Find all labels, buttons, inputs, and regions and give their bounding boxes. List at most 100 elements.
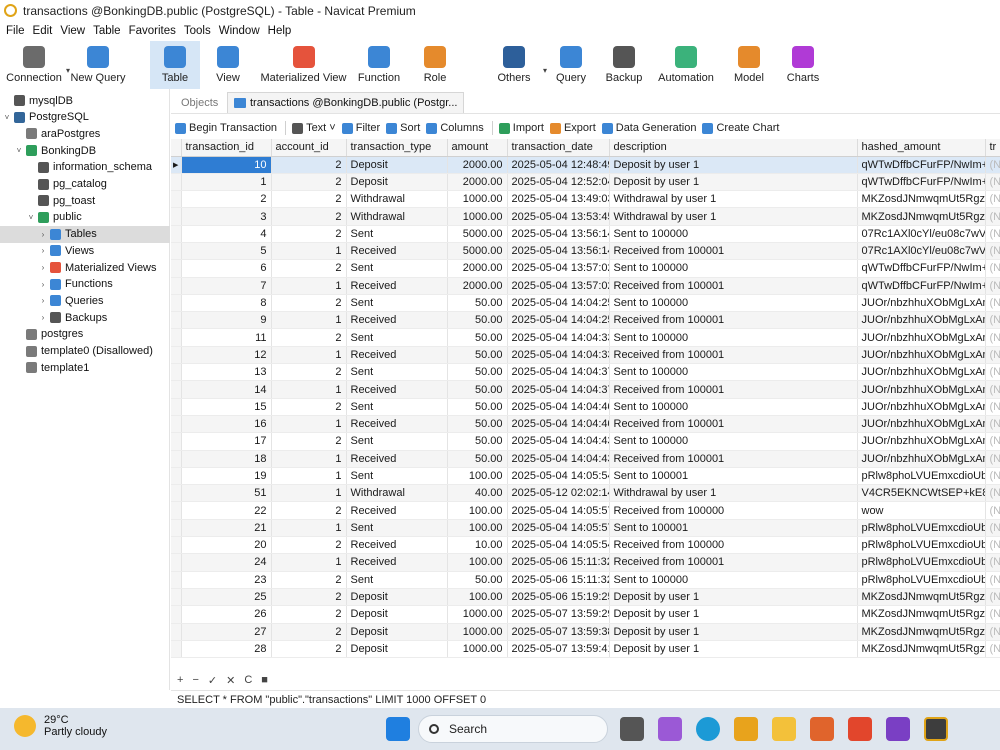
- toolbar-automation-button[interactable]: Automation: [651, 41, 721, 89]
- cell-account-id[interactable]: 1: [271, 311, 347, 330]
- expand-arrow-icon[interactable]: ›: [38, 296, 48, 305]
- cell-transaction-type[interactable]: Received: [346, 553, 448, 572]
- menu-favorites[interactable]: Favorites: [125, 25, 180, 37]
- cell-hashed-amount[interactable]: qWTwDffbCFurFP/NwIm+/: [857, 156, 986, 174]
- cell-amount[interactable]: 50.00: [447, 380, 508, 399]
- navicat-taskbar-icon[interactable]: [924, 717, 948, 741]
- cell-transaction-type[interactable]: Sent: [346, 328, 448, 347]
- menu-edit[interactable]: Edit: [29, 25, 57, 37]
- cell-transaction-date[interactable]: 2025-05-04 14:05:54: [507, 536, 610, 555]
- cell-transaction-date[interactable]: 2025-05-04 14:04:33: [507, 346, 610, 365]
- cell-description[interactable]: Received from 100001: [609, 277, 858, 295]
- cell-tr[interactable]: (N: [985, 277, 1000, 295]
- cell-account-id[interactable]: 2: [271, 571, 347, 589]
- tree-item-pg-catalog[interactable]: pg_catalog: [0, 176, 170, 193]
- cell-amount[interactable]: 100.00: [447, 467, 508, 486]
- table-row[interactable]: 13 2 Sent 50.00 2025-05-04 14:04:37 Sent to 1…: [171, 363, 1000, 382]
- table-row[interactable]: 15 2 Sent 50.00 2025-05-04 14:04:40 Sent to 1…: [171, 398, 1000, 416]
- cell-transaction-id[interactable]: 5: [181, 242, 272, 261]
- cell-hashed-amount[interactable]: wow: [857, 501, 986, 520]
- create-chart-button[interactable]: Create Chart: [702, 122, 779, 134]
- expand-arrow-icon[interactable]: ›: [38, 246, 48, 255]
- menu-tools[interactable]: Tools: [180, 25, 215, 37]
- cell-tr[interactable]: (N: [985, 173, 1000, 192]
- cell-transaction-date[interactable]: 2025-05-04 12:48:49: [507, 156, 610, 174]
- tree-item-public[interactable]: ˅ public: [0, 209, 170, 226]
- cell-transaction-id[interactable]: 17: [181, 432, 272, 451]
- cell-tr[interactable]: (N: [985, 467, 1000, 486]
- cell-hashed-amount[interactable]: JUOr/nbzhhuXObMgLxAn: [857, 398, 986, 416]
- copilot-icon[interactable]: [658, 717, 682, 741]
- cell-tr[interactable]: (N: [985, 484, 1000, 503]
- cell-tr[interactable]: (N: [985, 346, 1000, 365]
- toolbar-model-button[interactable]: Model: [721, 41, 777, 89]
- cell-description[interactable]: Received from 100001: [609, 450, 858, 468]
- table-row[interactable]: 11 2 Sent 50.00 2025-05-04 14:04:33 Sent to 1…: [171, 328, 1000, 347]
- cell-tr[interactable]: (N: [985, 605, 1000, 624]
- menu-table[interactable]: Table: [89, 25, 125, 37]
- cell-amount[interactable]: 1000.00: [447, 605, 508, 624]
- table-row[interactable]: 18 1 Received 50.00 2025-05-04 14:04:43 Recei…: [171, 450, 1000, 468]
- cell-account-id[interactable]: 2: [271, 156, 347, 174]
- cell-transaction-id[interactable]: 12: [181, 346, 272, 365]
- cell-hashed-amount[interactable]: JUOr/nbzhhuXObMgLxAn: [857, 363, 986, 382]
- cell-transaction-date[interactable]: 2025-05-07 13:59:41: [507, 640, 610, 659]
- cell-transaction-id[interactable]: 23: [181, 571, 272, 589]
- edge-icon[interactable]: [696, 717, 720, 741]
- table-row[interactable]: 14 1 Received 50.00 2025-05-04 14:04:37 Recei…: [171, 380, 1000, 399]
- cell-transaction-id[interactable]: 6: [181, 259, 272, 278]
- cell-hashed-amount[interactable]: JUOr/nbzhhuXObMgLxAn: [857, 294, 986, 313]
- cell-hashed-amount[interactable]: qWTwDffbCFurFP/NwIm+/: [857, 259, 986, 278]
- table-row[interactable]: 16 1 Received 50.00 2025-05-04 14:04:40 Recei…: [171, 415, 1000, 434]
- cell-tr[interactable]: (N: [985, 415, 1000, 434]
- cell-tr[interactable]: (N: [985, 501, 1000, 520]
- cell-tr[interactable]: (N: [985, 588, 1000, 607]
- cell-transaction-id[interactable]: 9: [181, 311, 272, 330]
- stop-button[interactable]: ■: [261, 674, 268, 686]
- store-icon[interactable]: [734, 717, 758, 741]
- menu-file[interactable]: File: [2, 25, 29, 37]
- toolbar-table-button[interactable]: Table: [150, 41, 200, 89]
- cell-description[interactable]: Sent to 100000: [609, 294, 858, 313]
- tree-item-template0-disallowed[interactable]: template0 (Disallowed): [0, 343, 170, 360]
- tree-item-pg-toast[interactable]: pg_toast: [0, 192, 170, 209]
- cell-hashed-amount[interactable]: JUOr/nbzhhuXObMgLxAn: [857, 450, 986, 468]
- add-record-button[interactable]: +: [177, 674, 183, 686]
- cell-transaction-type[interactable]: Deposit: [346, 640, 448, 659]
- cell-transaction-date[interactable]: 2025-05-06 15:11:32: [507, 553, 610, 572]
- cell-transaction-type[interactable]: Sent: [346, 519, 448, 538]
- table-row[interactable]: 20 2 Received 10.00 2025-05-04 14:05:54 Recei…: [171, 536, 1000, 555]
- menu-window[interactable]: Window: [215, 25, 264, 37]
- tree-item-materialized-views[interactable]: › Materialized Views: [0, 259, 170, 276]
- cell-transaction-id[interactable]: 1: [181, 173, 272, 192]
- cell-transaction-type[interactable]: Received: [346, 450, 448, 468]
- cell-transaction-date[interactable]: 2025-05-12 02:02:14: [507, 484, 610, 503]
- cell-tr[interactable]: (N: [985, 623, 1000, 641]
- task-view-icon[interactable]: [620, 717, 644, 741]
- cell-hashed-amount[interactable]: pRlw8phoLVUEmxcdioUbD: [857, 519, 986, 538]
- cell-hashed-amount[interactable]: 07Rc1AXl0cYl/eu08c7wVg: [857, 225, 986, 243]
- cell-amount[interactable]: 50.00: [447, 450, 508, 468]
- cell-transaction-type[interactable]: Received: [346, 346, 448, 365]
- table-row[interactable]: 25 2 Deposit 100.00 2025-05-06 15:19:25 Depos…: [171, 588, 1000, 607]
- expand-arrow-icon[interactable]: ›: [38, 230, 48, 239]
- cell-account-id[interactable]: 2: [271, 190, 347, 209]
- cell-description[interactable]: Received from 100000: [609, 501, 858, 520]
- cell-tr[interactable]: (N: [985, 363, 1000, 382]
- cell-transaction-type[interactable]: Received: [346, 536, 448, 555]
- menu-help[interactable]: Help: [264, 25, 296, 37]
- cell-amount[interactable]: 2000.00: [447, 259, 508, 278]
- table-row[interactable]: 6 2 Sent 2000.00 2025-05-04 13:57:02 Sent to …: [171, 259, 1000, 278]
- toolbar-query-button[interactable]: Query: [545, 41, 597, 89]
- column-header-description[interactable]: description: [609, 139, 858, 157]
- cell-account-id[interactable]: 1: [271, 277, 347, 295]
- cell-transaction-type[interactable]: Received: [346, 415, 448, 434]
- refresh-button[interactable]: C: [244, 674, 252, 686]
- table-row[interactable]: 19 1 Sent 100.00 2025-05-04 14:05:54 Sent to …: [171, 467, 1000, 486]
- cell-transaction-type[interactable]: Deposit: [346, 156, 448, 174]
- cell-transaction-date[interactable]: 2025-05-04 13:57:02: [507, 259, 610, 278]
- column-header-transaction-type[interactable]: transaction_type: [346, 139, 448, 157]
- cell-amount[interactable]: 1000.00: [447, 207, 508, 226]
- table-row[interactable]: 3 2 Withdrawal 1000.00 2025-05-04 13:53:45 Wi…: [171, 207, 1000, 226]
- column-header-amount[interactable]: amount: [447, 139, 508, 157]
